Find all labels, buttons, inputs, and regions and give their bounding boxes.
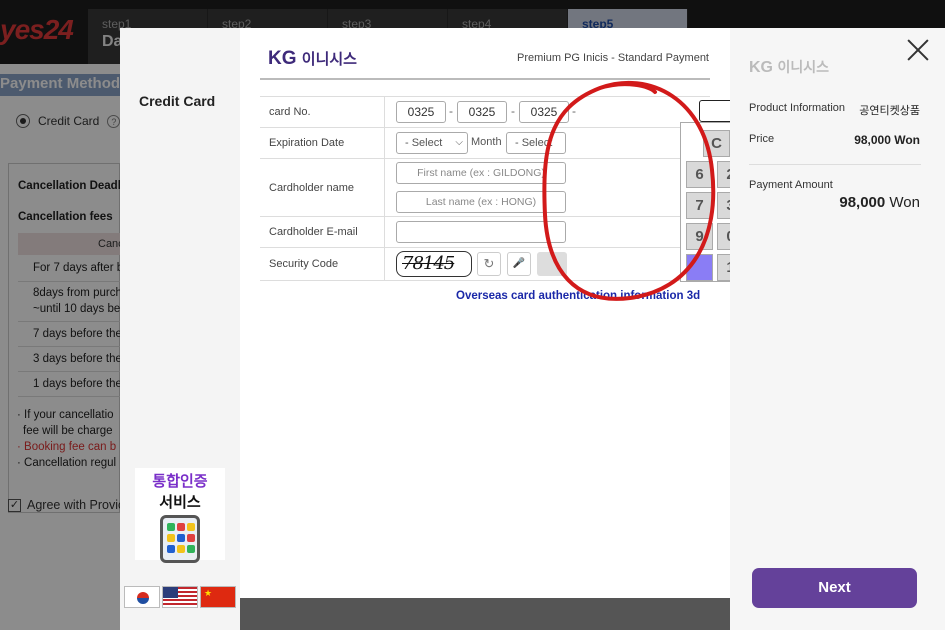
payment-modal: Credit Card 통합인증 서비스 ★ KG 이니시스 Premium P…	[120, 28, 945, 630]
price-value: 98,000 Won	[854, 133, 920, 147]
payment-amount: 98,000 Won	[839, 194, 920, 211]
amount-number: 98,000	[839, 194, 886, 211]
email-row: Cardholder E-mail	[260, 217, 710, 248]
keypad-clear[interactable]: C	[703, 130, 730, 157]
next-button[interactable]: Next	[752, 568, 917, 608]
card-number-label: card No.	[260, 97, 385, 127]
security-row: Security Code 78145 ↻ 🎤	[260, 248, 710, 281]
inicis-logo-faded: KG 이니시스	[749, 57, 829, 77]
order-summary: KG 이니시스 Product Information 공연티켓상품 Price…	[730, 28, 945, 630]
method-title: Credit Card	[139, 93, 216, 109]
close-icon[interactable]	[906, 38, 930, 62]
security-code-field[interactable]	[537, 252, 567, 276]
security-label: Security Code	[260, 248, 385, 280]
refresh-icon[interactable]: ↻	[477, 252, 501, 276]
captcha-image: 78145	[396, 251, 472, 277]
expiration-label: Expiration Date	[260, 128, 385, 158]
china-flag-icon[interactable]: ★	[200, 586, 236, 608]
summary-divider	[749, 164, 921, 165]
card-number-part-3[interactable]: 0325	[519, 101, 569, 123]
month-select[interactable]: - Select ⌵	[396, 132, 468, 154]
expiration-cell: - Select ⌵ Month - Select	[385, 128, 710, 158]
inicis-logo: KG 이니시스	[268, 48, 357, 70]
keypad-key[interactable]: 9	[686, 223, 713, 250]
keypad-key[interactable]: 7	[686, 192, 713, 219]
month-unit: Month	[471, 136, 502, 148]
us-flag-icon[interactable]	[162, 586, 198, 608]
method-sidebar: Credit Card 통합인증 서비스 ★	[120, 28, 240, 630]
inicis-logo-kg: KG	[268, 48, 297, 69]
email-cell	[385, 217, 710, 247]
amount-label: Payment Amount	[749, 179, 833, 191]
summary-logo-kg: KG	[749, 59, 773, 76]
card-form: card No. 0325 - 0325 - 0325 - Expiration…	[260, 96, 710, 281]
cardholder-cell: First name (ex : GILDONG) Last name (ex …	[385, 159, 710, 216]
expiration-row: Expiration Date - Select ⌵ Month - Select	[260, 128, 710, 159]
card-number-row: card No. 0325 - 0325 - 0325 -	[260, 97, 710, 128]
cardholder-label: Cardholder name	[260, 159, 385, 216]
integrated-auth-banner[interactable]: 통합인증 서비스	[135, 468, 225, 563]
email-field[interactable]	[396, 221, 566, 243]
form-footer	[240, 598, 730, 630]
year-select[interactable]: - Select	[506, 132, 566, 154]
dash: -	[449, 104, 453, 118]
dash: -	[511, 104, 515, 118]
security-cell: 78145 ↻ 🎤	[385, 248, 710, 280]
promo-line-1: 통합인증	[152, 473, 208, 490]
first-name-field[interactable]: First name (ex : GILDONG)	[396, 162, 566, 184]
card-number-part-1[interactable]: 0325	[396, 101, 446, 123]
microphone-icon[interactable]: 🎤	[507, 252, 531, 276]
amount-unit: Won	[885, 194, 920, 211]
header-divider	[260, 78, 710, 80]
pg-title: Premium PG Inicis - Standard Payment	[517, 52, 709, 64]
card-number-part-2[interactable]: 0325	[457, 101, 507, 123]
summary-logo-ko: 이니시스	[777, 59, 829, 75]
product-label: Product Information	[749, 102, 845, 114]
screen: yes24 step1 Da step2 step3 step4 step5 Pa…	[0, 0, 945, 630]
keypad-key[interactable]: 6	[686, 161, 713, 188]
last-name-field[interactable]: Last name (ex : HONG)	[396, 191, 566, 213]
overseas-auth-link[interactable]: Overseas card authentication information…	[456, 290, 700, 302]
chevron-down-icon: ⌵	[455, 137, 463, 148]
payment-form-panel: KG 이니시스 Premium PG Inicis - Standard Pay…	[240, 28, 782, 630]
korean-flag-icon[interactable]	[124, 586, 160, 608]
language-flags: ★	[124, 586, 236, 608]
product-value: 공연티켓상품	[859, 105, 920, 117]
email-label: Cardholder E-mail	[260, 217, 385, 247]
price-label: Price	[749, 133, 775, 145]
promo-line-2: 서비스	[159, 494, 201, 511]
dash: -	[572, 104, 576, 118]
cardholder-row: Cardholder name First name (ex : GILDONG…	[260, 159, 710, 217]
phone-icon	[160, 515, 200, 563]
inicis-logo-ko: 이니시스	[301, 51, 357, 68]
card-number-cell: 0325 - 0325 - 0325 -	[385, 97, 710, 127]
month-select-value: - Select	[405, 137, 443, 149]
keypad-blank-key[interactable]	[686, 254, 713, 281]
